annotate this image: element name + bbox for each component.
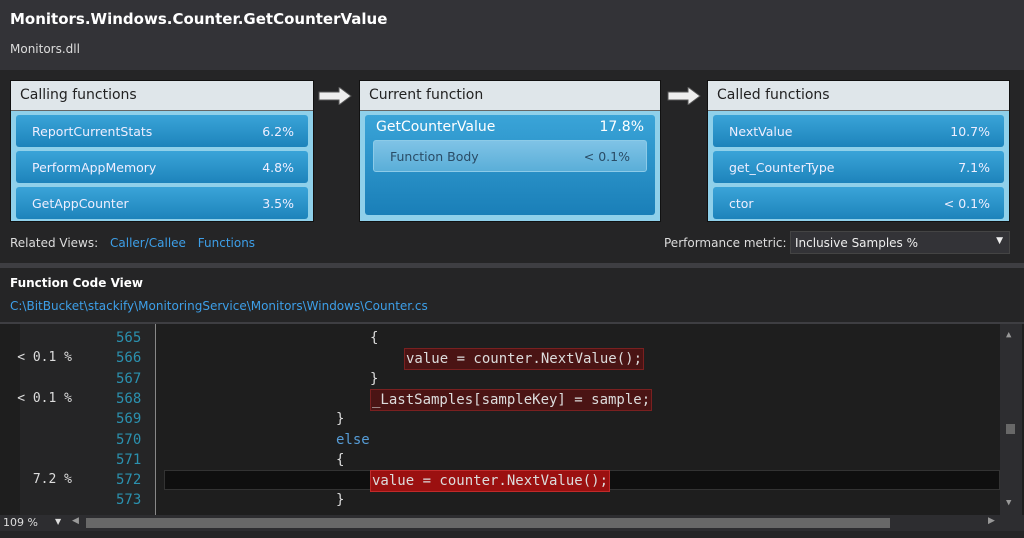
module-name: Monitors.dll (10, 42, 80, 56)
called-functions-panel: Called functions NextValue 10.7% get_Count… (707, 80, 1010, 222)
source-file-link[interactable]: C:\BitBucket\stackify\MonitoringService\… (10, 299, 428, 313)
function-title: Monitors.Windows.Counter.GetCounterValue (10, 10, 388, 28)
performance-metric-label: Performance metric: (664, 236, 787, 250)
scroll-left-icon[interactable]: ◀ (72, 516, 79, 526)
item-pct: 4.8% (262, 159, 294, 175)
code-text: _LastSamples[sampleKey] = sample; (370, 388, 653, 411)
item-name: GetAppCounter (32, 195, 129, 211)
code-text: { (336, 451, 345, 468)
current-function[interactable]: GetCounterValue 17.8% Function Body < 0.1% (365, 115, 655, 215)
code-text: } (336, 492, 345, 509)
code-line: 569} (0, 409, 1000, 429)
caller-callee-link[interactable]: Caller/Callee (110, 236, 186, 250)
function-item[interactable]: PerformAppMemory 4.8% (16, 151, 308, 183)
item-pct: 3.5% (262, 195, 294, 211)
code-line: 7.2 % 572 value = counter.NextValue(); (0, 470, 1000, 493)
function-item[interactable]: ReportCurrentStats 6.2% (16, 115, 308, 147)
item-name: ctor (729, 195, 754, 211)
function-item[interactable]: NextValue 10.7% (713, 115, 1004, 147)
function-body-item[interactable]: Function Body < 0.1% (373, 140, 647, 172)
scroll-thumb[interactable] (1006, 424, 1015, 434)
related-views-label: Related Views: (10, 236, 99, 250)
scroll-down-icon[interactable]: ▼ (1006, 498, 1011, 508)
code-view-title: Function Code View (10, 276, 143, 290)
item-name: ReportCurrentStats (32, 123, 153, 139)
function-item[interactable]: GetAppCounter 3.5% (16, 187, 308, 219)
code-line: 570 else (0, 430, 1000, 450)
line-number: 573 (116, 492, 142, 509)
vertical-scrollbar[interactable]: ▲ ▼ (1000, 324, 1022, 516)
code-text: } (336, 411, 345, 428)
divider (0, 263, 1024, 268)
code-text: { (370, 330, 379, 346)
item-name: get_CounterType (729, 159, 835, 175)
line-number: 567 (116, 370, 142, 387)
bottom-bar: 109 % ▼ ◀ ▶ (0, 515, 1024, 531)
scroll-up-icon[interactable]: ▲ (1006, 330, 1011, 340)
zoom-level[interactable]: 109 % (3, 516, 38, 529)
item-pct: < 0.1% (943, 195, 990, 211)
code-text: value = counter.NextValue(); (370, 470, 611, 493)
code-line: 567} (0, 369, 1000, 389)
code-line: 571 { (0, 450, 1000, 470)
performance-metric-select[interactable]: Inclusive Samples % ▼ (790, 231, 1010, 254)
function-pct: 17.8% (599, 119, 644, 135)
code-line: 565 { (0, 328, 1000, 348)
line-number: 569 (116, 411, 142, 428)
function-item[interactable]: ctor < 0.1% (713, 187, 1004, 219)
code-text: value = counter.NextValue(); (404, 348, 645, 371)
line-number: 568 (116, 390, 142, 407)
related-views: Related Views: Caller/Callee Functions (10, 236, 255, 250)
line-percent: < 0.1 % (17, 350, 72, 366)
functions-link[interactable]: Functions (198, 236, 255, 250)
current-function-panel: Current function GetCounterValue 17.8% Fu… (359, 80, 661, 222)
code-line: < 0.1 % 566 value = counter.NextValue(); (0, 348, 1000, 371)
item-pct: < 0.1% (583, 148, 630, 164)
line-percent: < 0.1 % (17, 390, 72, 406)
item-name: NextValue (729, 123, 793, 139)
code-text: } (370, 370, 379, 387)
code-line: 573} (0, 490, 1000, 510)
horizontal-scroll-thumb[interactable] (86, 518, 890, 528)
item-pct: 6.2% (262, 123, 294, 139)
code-text: else (336, 431, 370, 448)
line-number: 572 (116, 472, 142, 489)
line-number: 565 (116, 330, 142, 346)
code-line: < 0.1 % 568 _LastSamples[sampleKey] = samp… (0, 388, 1000, 411)
function-name: GetCounterValue (376, 119, 496, 135)
selected-metric: Inclusive Samples % (795, 236, 919, 250)
line-number: 566 (116, 350, 142, 367)
zoom-dropdown-icon[interactable]: ▼ (55, 517, 61, 526)
line-number: 570 (116, 431, 142, 448)
line-number: 571 (116, 451, 142, 468)
scroll-right-icon[interactable]: ▶ (988, 516, 995, 526)
panel-title: Calling functions (11, 81, 313, 111)
line-percent: 7.2 % (32, 472, 72, 488)
header: Monitors.Windows.Counter.GetCounterValue… (0, 0, 1024, 70)
arrow-right-icon (318, 87, 352, 105)
function-item[interactable]: get_CounterType 7.1% (713, 151, 1004, 183)
arrow-right-icon (667, 87, 701, 105)
chevron-down-icon: ▼ (996, 236, 1003, 246)
item-name: Function Body (390, 148, 479, 164)
code-editor[interactable]: 565 { < 0.1 % 566 value = counter.NextValue(… (0, 322, 1024, 516)
item-name: PerformAppMemory (32, 159, 157, 175)
calling-functions-panel: Calling functions ReportCurrentStats 6.2%… (10, 80, 314, 222)
panel-title: Called functions (708, 81, 1009, 111)
panel-title: Current function (360, 81, 660, 111)
item-pct: 10.7% (950, 123, 990, 139)
item-pct: 7.1% (958, 159, 990, 175)
